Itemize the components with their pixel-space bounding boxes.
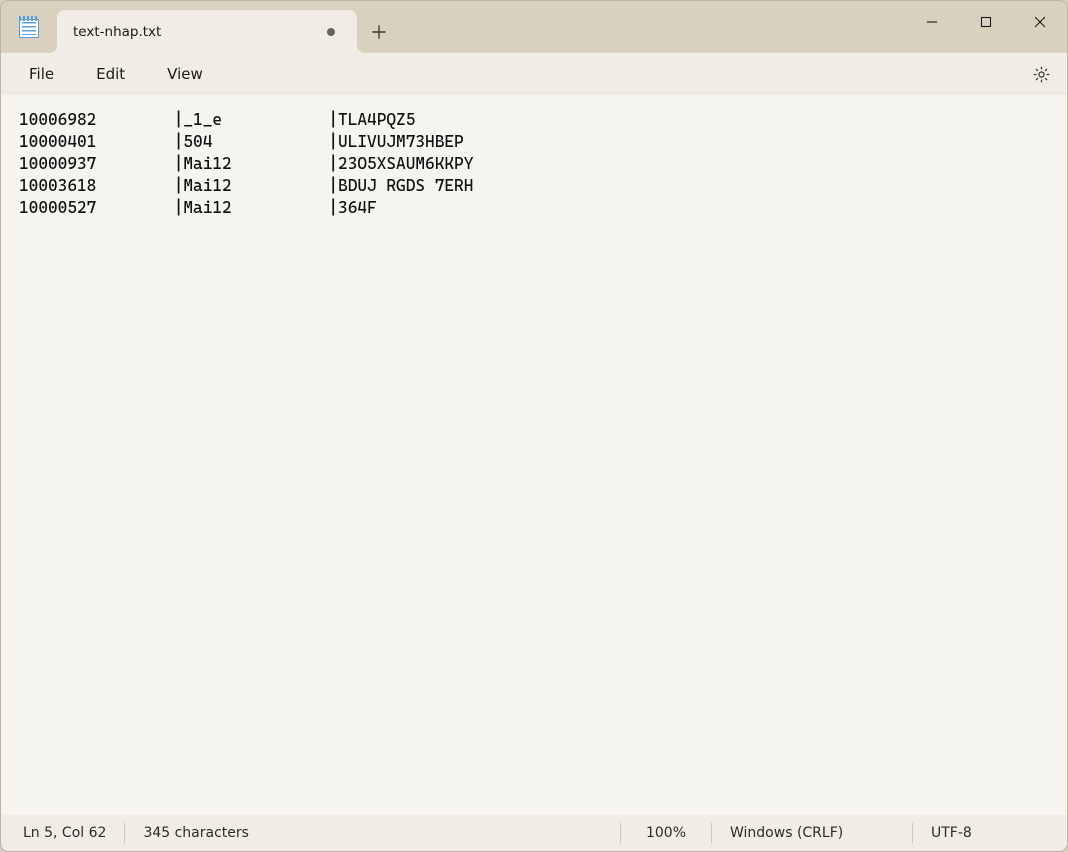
status-cursor-position[interactable]: Ln 5, Col 62 xyxy=(5,822,124,844)
notepad-icon xyxy=(19,16,39,38)
menubar: File Edit View xyxy=(1,53,1067,95)
tab-close-or-dirty[interactable] xyxy=(319,20,343,44)
menu-edit[interactable]: Edit xyxy=(82,59,139,89)
maximize-button[interactable] xyxy=(959,5,1013,39)
tab-current[interactable]: text-nhap.txt xyxy=(57,10,357,53)
close-icon xyxy=(1034,16,1046,28)
tab-title: text-nhap.txt xyxy=(73,24,319,40)
unsaved-dot-icon xyxy=(327,28,335,36)
status-line-ending[interactable]: Windows (CRLF) xyxy=(712,822,912,844)
window-controls xyxy=(905,1,1067,53)
statusbar: Ln 5, Col 62 345 characters 100% Windows… xyxy=(1,815,1067,851)
text-editor[interactable]: 10006982 |_1_e |TLA4PQZ5 10000401 |504 |… xyxy=(1,95,1067,815)
status-encoding[interactable]: UTF-8 xyxy=(913,822,1063,844)
minimize-icon xyxy=(926,16,938,28)
close-button[interactable] xyxy=(1013,5,1067,39)
menu-view[interactable]: View xyxy=(153,59,217,89)
status-zoom[interactable]: 100% xyxy=(621,822,711,844)
maximize-icon xyxy=(980,16,992,28)
settings-button[interactable] xyxy=(1023,56,1059,92)
titlebar: text-nhap.txt xyxy=(1,1,1067,53)
status-char-count[interactable]: 345 characters xyxy=(125,822,267,844)
plus-icon xyxy=(372,25,386,39)
menu-file[interactable]: File xyxy=(15,59,68,89)
minimize-button[interactable] xyxy=(905,5,959,39)
gear-icon xyxy=(1032,65,1051,84)
